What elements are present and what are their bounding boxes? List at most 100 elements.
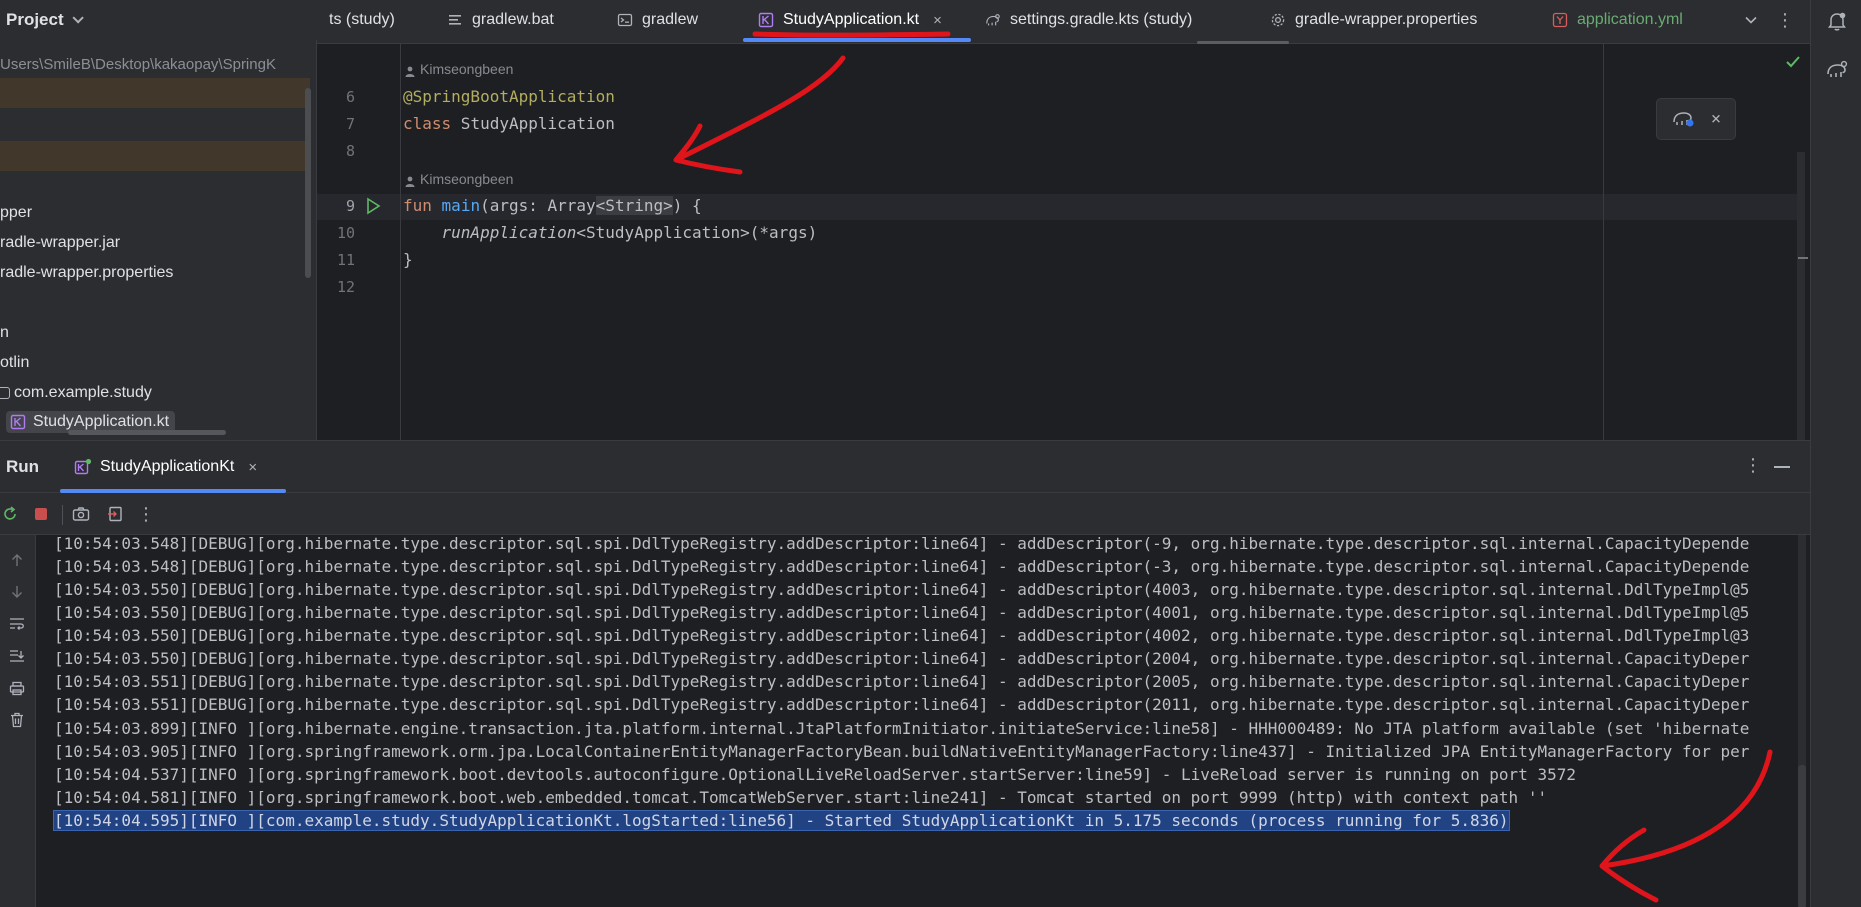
chevron-down-icon[interactable] (1741, 10, 1761, 30)
minimize-icon[interactable] (1774, 466, 1790, 468)
line-number: 9 (345, 197, 355, 215)
right-tool-stripe (1810, 0, 1861, 907)
close-icon[interactable]: × (248, 459, 257, 476)
log-line: [10:54:03.899][INFO ][org.hibernate.engi… (54, 719, 1750, 738)
notifications-icon[interactable] (1824, 8, 1850, 34)
tab-build-gradle-kts[interactable]: ts (study) (329, 0, 395, 40)
tab-gradle-wrapper-properties[interactable]: gradle-wrapper.properties (1270, 0, 1477, 40)
tab-label: gradle-wrapper.properties (1295, 11, 1478, 28)
close-icon[interactable]: × (933, 12, 942, 29)
trash-icon[interactable] (6, 709, 28, 731)
run-config-tab[interactable]: StudyApplicationKt × (62, 441, 269, 493)
tab-label: application.yml (1577, 11, 1683, 28)
soft-wrap-icon[interactable] (6, 613, 28, 635)
log-line: [10:54:04.537][INFO ][org.springframewor… (54, 765, 1576, 784)
tree-item-package[interactable]: com.example.study (0, 384, 152, 402)
function-name: main (441, 196, 481, 215)
tab-gradlew-bat[interactable]: gradlew.bat (447, 0, 554, 40)
run-panel-title: Run (6, 457, 40, 476)
rerun-icon[interactable] (0, 504, 20, 524)
tree-item-gradle-wrapper-properties[interactable]: radle-wrapper.properties (0, 264, 173, 282)
log-line: [10:54:03.550][DEBUG][org.hibernate.type… (54, 649, 1750, 668)
log-line: [10:54:03.551][DEBUG][org.hibernate.type… (54, 672, 1750, 691)
scroll-to-end-icon[interactable] (6, 645, 28, 667)
gradle-sync-icon[interactable] (1671, 107, 1695, 131)
tab-settings-gradle-kts[interactable]: settings.gradle.kts (study) (985, 0, 1192, 40)
tree-row-highlight (0, 78, 310, 108)
line-number: 12 (336, 278, 355, 296)
class-name: StudyApplication (451, 114, 615, 133)
project-tree: Users\SmileB\Desktop\kakaopay\SpringK pp… (0, 40, 317, 440)
console-scroll-thumb[interactable] (1798, 765, 1806, 907)
code-line-main: fun main(args: Array<String>) { (403, 196, 702, 215)
code-author-hint[interactable]: Kimseongbeen (405, 61, 513, 77)
tab-label: gradlew.bat (472, 11, 554, 28)
log-line: [10:54:03.905][INFO ][org.springframewor… (54, 742, 1750, 761)
arrow-up-icon[interactable] (6, 549, 28, 571)
keyword: fun (403, 196, 432, 215)
toolbar-separator (62, 505, 63, 525)
arrow-down-icon[interactable] (6, 581, 28, 603)
more-vertical-icon[interactable]: ⋮ (1775, 10, 1795, 30)
gradle-elephant-icon (985, 12, 1001, 28)
author-name: Kimseongbeen (420, 61, 514, 77)
tree-item-label: StudyApplication.kt (33, 413, 170, 430)
tree-item-gradle-wrapper-folder[interactable]: pper (0, 204, 32, 222)
tree-item-kotlin[interactable]: otlin (0, 354, 29, 372)
line-number: 7 (345, 115, 355, 133)
tree-item-gradle-wrapper-jar[interactable]: radle-wrapper.jar (0, 234, 120, 252)
gear-icon (1270, 12, 1286, 28)
tab-label: ts (study) (329, 11, 395, 28)
gradle-sync-floating-toolbar[interactable]: × (1656, 98, 1736, 140)
code-editor[interactable]: 6 7 8 9 10 11 12 Kimseongbeen @SpringBoo… (317, 44, 1810, 440)
editor-tab-bar: ts (study) gradlew.bat gradlew StudyAppl… (317, 0, 1810, 44)
tab-label: settings.gradle.kts (study) (1010, 11, 1193, 28)
more-vertical-icon[interactable]: ⋮ (136, 504, 156, 524)
tab-studyapplication-kt[interactable]: StudyApplication.kt × (758, 0, 942, 40)
author-name: Kimseongbeen (420, 171, 514, 187)
tab-application-yml[interactable]: application.yml (1552, 0, 1683, 40)
chevron-down-icon[interactable] (72, 12, 84, 24)
log-line: [10:54:03.550][DEBUG][org.hibernate.type… (54, 626, 1750, 645)
run-gutter-icon[interactable] (365, 197, 381, 219)
project-view-title: Project (6, 10, 64, 29)
run-console-output[interactable]: [10:54:03.548][DEBUG][org.hibernate.type… (40, 535, 1810, 907)
log-line: [10:54:03.548][DEBUG][org.hibernate.type… (54, 557, 1750, 576)
print-icon[interactable] (6, 677, 28, 699)
log-line: [10:54:03.550][DEBUG][org.hibernate.type… (54, 580, 1750, 599)
more-vertical-icon[interactable]: ⋮ (1744, 455, 1762, 476)
code-params: (args: Array (480, 196, 596, 215)
log-line: [10:54:03.551][DEBUG][org.hibernate.type… (54, 695, 1750, 714)
kotlin-file-icon (10, 414, 26, 430)
right-margin-guide (1603, 44, 1604, 440)
log-line: [10:54:04.581][INFO ][org.springframewor… (54, 788, 1548, 807)
code-params: ) { (672, 196, 702, 215)
project-view-header[interactable]: Project (0, 0, 317, 40)
line-number: 8 (345, 142, 355, 160)
log-line: [10:54:03.550][DEBUG][org.hibernate.type… (54, 603, 1750, 622)
editor-vertical-scrollbar[interactable] (1797, 152, 1808, 440)
camera-icon[interactable] (71, 504, 91, 524)
code-author-hint[interactable]: Kimseongbeen (405, 171, 513, 187)
editor-gutter: 6 7 8 9 10 11 12 (317, 44, 401, 440)
tree-item-label: com.example.study (14, 384, 152, 401)
tree-item-main[interactable]: n (0, 324, 9, 342)
gradle-elephant-icon[interactable] (1824, 56, 1850, 82)
tree-horizontal-scrollbar[interactable] (68, 430, 226, 435)
tab-label: gradlew (642, 11, 699, 28)
code-line-close: } (403, 250, 413, 269)
tree-vertical-scrollbar[interactable] (305, 88, 311, 278)
code-annotation: @SpringBootApplication (403, 87, 615, 106)
close-icon[interactable]: × (1711, 109, 1721, 129)
exit-icon[interactable] (105, 504, 125, 524)
stop-icon[interactable] (31, 504, 51, 524)
log-line-selected: [10:54:04.595][INFO ][com.example.study.… (53, 810, 1510, 831)
bracket-match: <String> (595, 196, 673, 215)
package-icon (0, 387, 10, 399)
inspection-ok-icon[interactable] (1785, 54, 1801, 73)
kotlin-file-icon (758, 12, 774, 28)
run-tab-label: StudyApplicationKt (100, 458, 235, 475)
tab-gradlew[interactable]: gradlew (617, 0, 698, 40)
line-number: 10 (336, 224, 355, 242)
